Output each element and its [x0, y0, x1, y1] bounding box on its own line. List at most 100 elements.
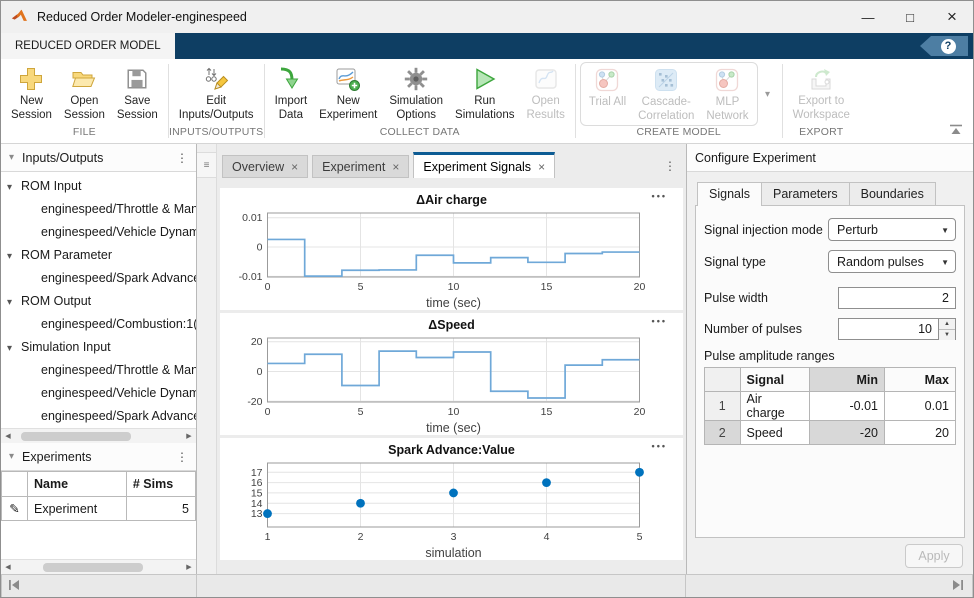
tab-experiment[interactable]: Experiment × — [312, 155, 409, 178]
tree-item-signal[interactable]: enginespeed/Spark Advance: — [1, 405, 196, 428]
tree-item-rom-output[interactable]: ▾ROM Output — [1, 290, 196, 313]
floppy-disk-icon — [125, 64, 149, 94]
spark-advance-plot: 123451716151413simulation — [220, 460, 683, 560]
scroll-left-icon[interactable]: ◀ — [1, 563, 15, 571]
cascade-correlation-button[interactable]: Cascade- Correlation — [632, 63, 700, 125]
collapse-left-panel-button[interactable] — [8, 579, 20, 594]
tree-item-signal[interactable]: enginespeed/Throttle & Manif — [1, 198, 196, 221]
chart-menu-icon[interactable]: ••• — [652, 191, 667, 201]
scrollbar-thumb[interactable] — [21, 432, 131, 441]
experiment-row[interactable]: ✎ Experiment 5 — [2, 497, 196, 521]
help-button[interactable]: ? — [920, 36, 968, 56]
run-simulations-button[interactable]: Run Simulations — [449, 62, 520, 126]
scroll-right-icon[interactable]: ▶ — [182, 432, 196, 440]
export-to-workspace-button[interactable]: Export to Workspace — [787, 62, 856, 126]
tab-signals[interactable]: Signals — [697, 182, 762, 206]
model-gallery-dropdown-button[interactable]: ▾ — [758, 62, 778, 126]
collapse-right-panel-button[interactable] — [952, 579, 964, 594]
tab-parameters[interactable]: Parameters — [761, 182, 850, 205]
configure-experiment-panel: Configure Experiment Signals Parameters … — [686, 144, 973, 574]
document-list-icon[interactable]: ≡ — [197, 152, 216, 178]
amp-col-blank — [705, 368, 741, 392]
simulation-options-button[interactable]: Simulation Options — [383, 62, 449, 126]
maximize-button[interactable]: □ — [889, 1, 931, 33]
open-results-button[interactable]: Open Results — [520, 62, 570, 126]
experiment-name-cell[interactable]: Experiment — [28, 497, 127, 521]
number-of-pulses-spinner: ▲ ▼ — [939, 318, 956, 340]
chevron-down-icon[interactable]: ▾ — [7, 337, 21, 359]
signal-injection-mode-dropdown[interactable]: Perturb ▼ — [828, 218, 956, 241]
svg-text:20: 20 — [634, 406, 646, 418]
tab-experiment-signals[interactable]: Experiment Signals × — [413, 152, 555, 178]
pulse-width-input[interactable]: 2 — [838, 287, 956, 309]
scrollbar-track[interactable] — [15, 562, 182, 573]
amp-max-cell[interactable]: 20 — [884, 421, 955, 445]
svg-text:20: 20 — [251, 336, 263, 348]
collapse-panel-icon[interactable]: ▾ — [9, 451, 14, 462]
amp-max-cell[interactable]: 0.01 — [884, 392, 955, 421]
tree-item-simulation-input[interactable]: ▾Simulation Input — [1, 336, 196, 359]
tree-item-signal[interactable]: enginespeed/Throttle & Manif — [1, 359, 196, 382]
scroll-right-icon[interactable]: ▶ — [182, 563, 196, 571]
air-charge-plot: 051015200.010-0.01time (sec) — [220, 210, 683, 310]
chart-title: ΔSpeed — [428, 318, 475, 332]
scrollbar-track[interactable] — [15, 431, 182, 442]
close-button[interactable]: × — [931, 1, 973, 33]
chevron-down-icon[interactable]: ▾ — [7, 245, 21, 267]
chart-menu-icon[interactable]: ••• — [652, 316, 667, 326]
close-tab-icon[interactable]: × — [538, 160, 545, 174]
tab-boundaries[interactable]: Boundaries — [849, 182, 936, 205]
chart-menu-icon[interactable]: ••• — [652, 441, 667, 451]
chart-title: ΔAir charge — [416, 193, 487, 207]
tree-item-rom-input[interactable]: ▾ROM Input — [1, 175, 196, 198]
panel-menu-icon[interactable]: ⋮ — [176, 450, 188, 464]
trial-all-button[interactable]: Trial All — [583, 63, 632, 125]
collapse-ribbon-button[interactable] — [949, 124, 963, 138]
tree-item-signal[interactable]: enginespeed/Vehicle Dynami — [1, 382, 196, 405]
tree-item-rom-parameter[interactable]: ▾ROM Parameter — [1, 244, 196, 267]
edit-pencil-icon[interactable]: ✎ — [2, 497, 28, 521]
svg-text:-0.01: -0.01 — [239, 271, 263, 283]
tab-overview[interactable]: Overview × — [222, 155, 308, 178]
spinner-up-icon[interactable]: ▲ — [939, 319, 955, 330]
new-session-button[interactable]: New Session — [5, 62, 58, 126]
tree-item-signal[interactable]: enginespeed/Vehicle Dynami — [1, 221, 196, 244]
open-session-button[interactable]: Open Session — [58, 62, 111, 126]
close-tab-icon[interactable]: × — [392, 160, 399, 174]
tab-reduced-order-model[interactable]: REDUCED ORDER MODEL — [1, 33, 175, 59]
amp-min-cell[interactable]: -20 — [809, 421, 884, 445]
experiment-sims-cell[interactable]: 5 — [126, 497, 195, 521]
tab-overflow-menu-icon[interactable]: ⋮ — [664, 159, 676, 173]
new-experiment-button[interactable]: New Experiment — [313, 62, 383, 126]
close-tab-icon[interactable]: × — [291, 160, 298, 174]
panel-menu-icon[interactable]: ⋮ — [176, 151, 188, 165]
mlp-network-button[interactable]: MLP Network — [700, 63, 754, 125]
experiments-horizontal-scrollbar[interactable]: ◀ ▶ — [1, 559, 196, 574]
amp-signal-cell[interactable]: Speed — [740, 421, 809, 445]
import-data-button[interactable]: Import Data — [269, 62, 314, 126]
tree-item-signal[interactable]: enginespeed/Combustion:1(T — [1, 313, 196, 336]
svg-text:1: 1 — [265, 531, 271, 543]
charts-container: ΔAir charge ••• 051015200.010-0.01time (… — [217, 178, 686, 574]
chevron-down-icon[interactable]: ▾ — [7, 176, 21, 198]
amp-min-cell[interactable]: -0.01 — [809, 392, 884, 421]
scroll-left-icon[interactable]: ◀ — [1, 432, 15, 440]
signal-type-dropdown[interactable]: Random pulses ▼ — [828, 250, 956, 273]
save-session-button[interactable]: Save Session — [111, 62, 164, 126]
edit-inputs-outputs-button[interactable]: Edit Inputs/Outputs — [173, 62, 260, 126]
minimize-button[interactable]: — — [847, 1, 889, 33]
ribbon-tab-strip: REDUCED ORDER MODEL ? — [1, 33, 973, 59]
scrollbar-thumb[interactable] — [43, 563, 143, 572]
tree-item-signal[interactable]: enginespeed/Spark Advance: — [1, 267, 196, 290]
svg-text:time (sec): time (sec) — [426, 421, 481, 435]
number-of-pulses-input[interactable]: 10 — [838, 318, 939, 340]
experiments-table: Name # Sims ✎ Experiment 5 — [1, 471, 196, 521]
amp-signal-cell[interactable]: Air charge — [740, 392, 809, 421]
svg-text:3: 3 — [451, 531, 457, 543]
apply-button[interactable]: Apply — [905, 544, 963, 568]
spinner-down-icon[interactable]: ▼ — [939, 330, 955, 340]
collapse-panel-icon[interactable]: ▾ — [9, 152, 14, 163]
chevron-down-icon[interactable]: ▾ — [7, 291, 21, 313]
tree-horizontal-scrollbar[interactable]: ◀ ▶ — [1, 428, 196, 443]
ribbon-group-collect-data: Import Data New Experiment — [265, 59, 575, 143]
